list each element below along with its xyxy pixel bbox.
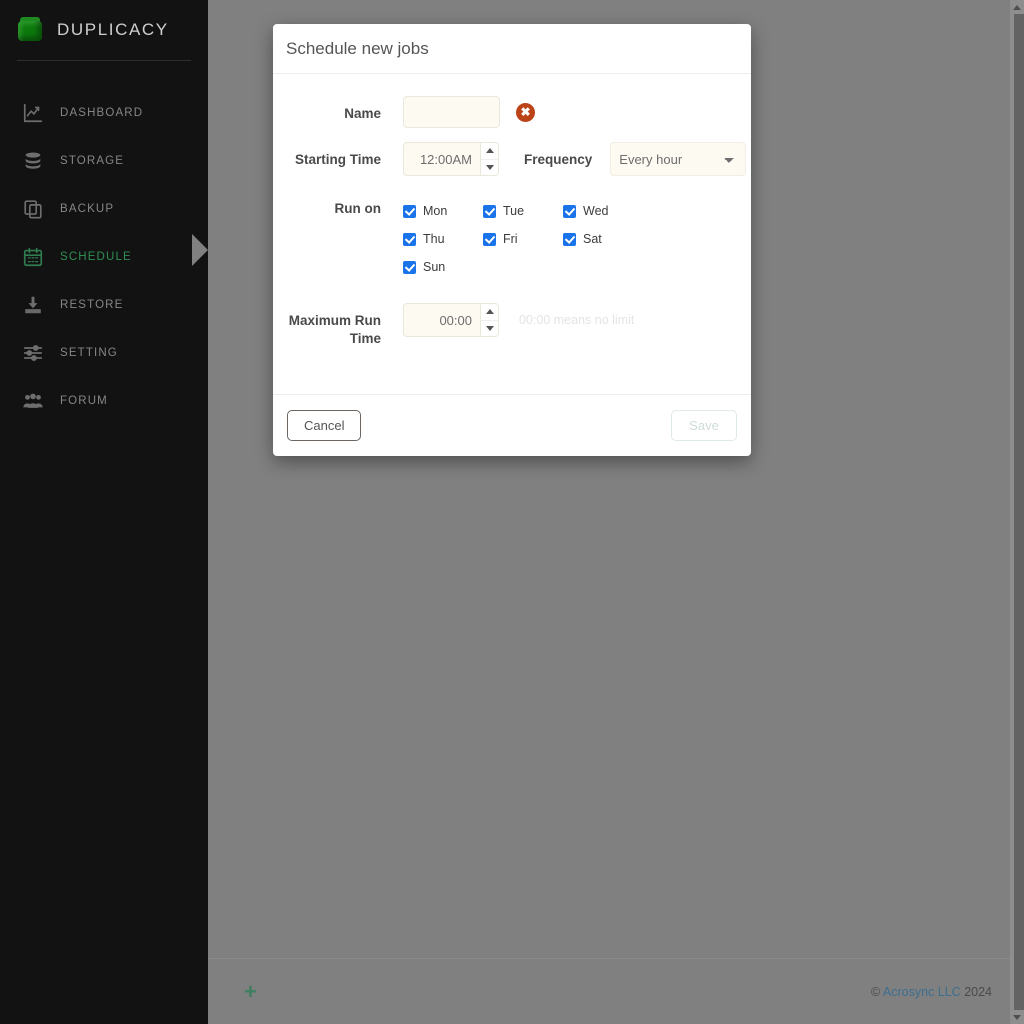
sidebar: DUPLICACY DASHBOARD STORAGE BACKUP SCHED… [0,0,208,1024]
dialog-title: Schedule new jobs [286,38,429,58]
brand-name: DUPLICACY [57,20,169,39]
checkbox-icon[interactable] [563,232,576,246]
chart-line-icon [20,100,46,126]
day-label: Mon [423,204,448,218]
run-on-label: Run on [334,201,382,216]
starting-time-increment-button[interactable] [481,143,498,160]
download-tray-icon [20,292,46,318]
sidebar-item-label: SETTING [60,347,118,359]
chevron-up-icon [1013,4,1021,10]
checkbox-icon[interactable] [483,204,496,218]
checkbox-icon[interactable] [403,260,416,274]
name-field-group: ✖ [403,96,535,128]
sidebar-item-backup[interactable]: BACKUP [0,185,208,233]
maximum-run-time-field-group: 00:00 means no limit [403,303,634,337]
day-checkbox-wed[interactable]: Wed [563,197,643,225]
users-group-icon [20,388,46,414]
day-label: Sat [583,232,602,246]
day-label: Sun [423,260,446,274]
starting-time-spinner-buttons [480,142,499,176]
form-row-starting-time: Starting Time Frequency Every hour [273,142,751,176]
maximum-run-time-increment-button[interactable] [481,304,498,321]
checkbox-icon[interactable] [403,204,416,218]
add-schedule-button[interactable]: + [244,980,257,1003]
starting-time-field-group: Frequency Every hour [403,142,747,176]
sliders-icon [20,340,46,366]
name-label: Name [344,106,381,121]
maximum-run-time-decrement-button[interactable] [481,321,498,337]
schedule-new-jobs-dialog: Schedule new jobs Name ✖ Starting Time 1… [273,24,751,456]
form-row-name: Name ✖ [273,96,751,128]
scrollbar-thumb[interactable] [1014,14,1024,1010]
vertical-scrollbar[interactable] [1010,0,1024,1024]
day-label: Tue [503,204,525,218]
error-circle-icon[interactable]: ✖ [516,102,535,122]
spinner-down-icon [485,164,494,170]
maximum-run-time-spinner-buttons [480,303,499,337]
spinner-down-icon [485,325,494,331]
day-label: Fri [503,232,518,246]
database-stack-icon [20,148,46,174]
day-checkbox-thu[interactable]: Thu [403,225,483,253]
maximum-run-time-hint: 00:00 means no limit [519,313,635,327]
day-label: Wed [583,204,609,218]
sidebar-item-label: RESTORE [60,299,124,311]
scroll-down-button[interactable] [1010,1010,1024,1024]
sidebar-item-label: SCHEDULE [60,251,132,263]
starting-time-decrement-button[interactable] [481,160,498,176]
cancel-button[interactable]: Cancel [287,410,362,441]
frequency-label: Frequency [524,151,593,167]
day-checkbox-sun[interactable]: Sun [403,253,483,281]
chevron-down-icon [1013,1014,1021,1020]
sidebar-item-schedule[interactable]: SCHEDULE [0,233,208,281]
sidebar-item-label: DASHBOARD [60,107,144,119]
copyright-year: 2024 [960,984,992,999]
copyright: © Acrosync LLC 2024 [871,985,992,999]
sidebar-nav: DASHBOARD STORAGE BACKUP SCHEDULE RESTOR… [0,89,208,425]
spinner-up-icon [485,148,494,154]
green-cube-logo [17,17,43,43]
brand: DUPLICACY [0,0,208,60]
maximum-run-time-label: Maximum Run Time [288,313,381,347]
frequency-select[interactable]: Every hour [610,142,747,176]
day-checkbox-mon[interactable]: Mon [403,197,483,225]
page-footer: + © Acrosync LLC 2024 [208,958,1010,1024]
starting-time-stepper [403,142,499,176]
copyright-prefix: © [870,984,883,999]
active-nav-pointer [192,234,208,266]
scroll-up-button[interactable] [1010,0,1024,14]
calendar-icon [20,244,46,270]
save-button[interactable]: Save [671,410,737,441]
dialog-header: Schedule new jobs [273,24,751,74]
checkbox-icon[interactable] [483,232,496,246]
sidebar-item-dashboard[interactable]: DASHBOARD [0,89,208,137]
sidebar-item-storage[interactable]: STORAGE [0,137,208,185]
day-label: Thu [423,232,445,246]
checkbox-icon[interactable] [403,232,416,246]
maximum-run-time-input[interactable] [403,303,480,337]
dialog-footer: Cancel Save [273,394,751,456]
sidebar-item-forum[interactable]: FORUM [0,377,208,425]
day-checkbox-sat[interactable]: Sat [563,225,643,253]
checkbox-icon[interactable] [563,204,576,218]
sidebar-item-label: FORUM [60,395,108,407]
maximum-run-time-stepper [403,303,499,337]
sidebar-item-label: BACKUP [60,203,115,215]
starting-time-label: Starting Time [294,152,381,167]
form-row-run-on: Run on Mon Tue Wed Thu Fri Sat Sun [273,194,751,281]
sidebar-item-label: STORAGE [60,155,125,167]
day-checkbox-fri[interactable]: Fri [483,225,563,253]
starting-time-input[interactable] [403,142,480,176]
name-input[interactable] [403,96,500,128]
spinner-up-icon [485,309,494,315]
sidebar-divider [17,60,191,61]
sidebar-item-setting[interactable]: SETTING [0,329,208,377]
run-on-days-group: Mon Tue Wed Thu Fri Sat Sun [403,194,703,281]
dialog-body: Name ✖ Starting Time Frequency Every [273,74,751,394]
form-row-maximum-run-time: Maximum Run Time 00:00 means no limit [273,303,751,348]
sidebar-item-restore[interactable]: RESTORE [0,281,208,329]
copy-layers-icon [20,196,46,222]
day-checkbox-tue[interactable]: Tue [483,197,563,225]
acrosync-link[interactable]: Acrosync LLC [883,985,961,999]
